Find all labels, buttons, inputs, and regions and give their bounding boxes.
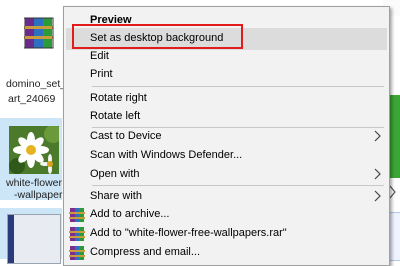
document-thumbnail bbox=[7, 214, 61, 264]
context-menu: Preview Set as desktop background Edit P… bbox=[63, 6, 390, 266]
menu-item-label: Open with bbox=[90, 168, 140, 180]
winrar-icon bbox=[69, 227, 85, 241]
winrar-icon bbox=[69, 208, 85, 222]
menu-separator bbox=[92, 86, 384, 87]
menu-item-label: Share with bbox=[90, 190, 142, 202]
file-item-flower-image[interactable]: white-flower -wallpaper bbox=[0, 118, 63, 201]
menu-item-open-with[interactable]: Open with bbox=[66, 164, 387, 186]
file-item-rar[interactable]: domino_set_ art_24069 bbox=[0, 0, 66, 120]
file-name-line-2: art_24069 bbox=[8, 93, 56, 105]
menu-item-label: Preview bbox=[90, 14, 132, 26]
chevron-right-icon bbox=[374, 168, 381, 180]
menu-item-label: Rotate left bbox=[90, 110, 141, 122]
winrar-archive-icon bbox=[24, 17, 54, 49]
menu-item-label: Add to archive... bbox=[90, 208, 170, 220]
menu-item-compress-and-email[interactable]: Compress and email... bbox=[66, 242, 387, 264]
menu-item-label: Rotate right bbox=[90, 92, 147, 104]
menu-item-label: Edit bbox=[90, 50, 109, 62]
chevron-right-icon bbox=[374, 130, 381, 142]
menu-item-rotate-left[interactable]: Rotate left bbox=[66, 106, 387, 128]
file-name-line-1: domino_set_ bbox=[6, 78, 67, 90]
menu-item-label: Scan with Windows Defender... bbox=[90, 149, 243, 161]
flower-thumbnail bbox=[9, 126, 59, 174]
menu-item-print[interactable]: Print bbox=[66, 64, 387, 86]
menu-item-label: Add to "white-flower-free-wallpapers.rar… bbox=[90, 227, 287, 239]
menu-item-label: Print bbox=[90, 68, 113, 80]
menu-item-label: Cast to Device bbox=[90, 130, 162, 142]
chevron-right-icon bbox=[374, 190, 381, 202]
menu-item-label: Compress and email... bbox=[90, 246, 201, 258]
menu-item-label: Set as desktop background bbox=[90, 32, 224, 44]
file-name-line-1: white-flower bbox=[6, 177, 63, 189]
file-item-partial[interactable] bbox=[0, 208, 62, 264]
file-name-line-2: -wallpaper bbox=[14, 189, 63, 201]
